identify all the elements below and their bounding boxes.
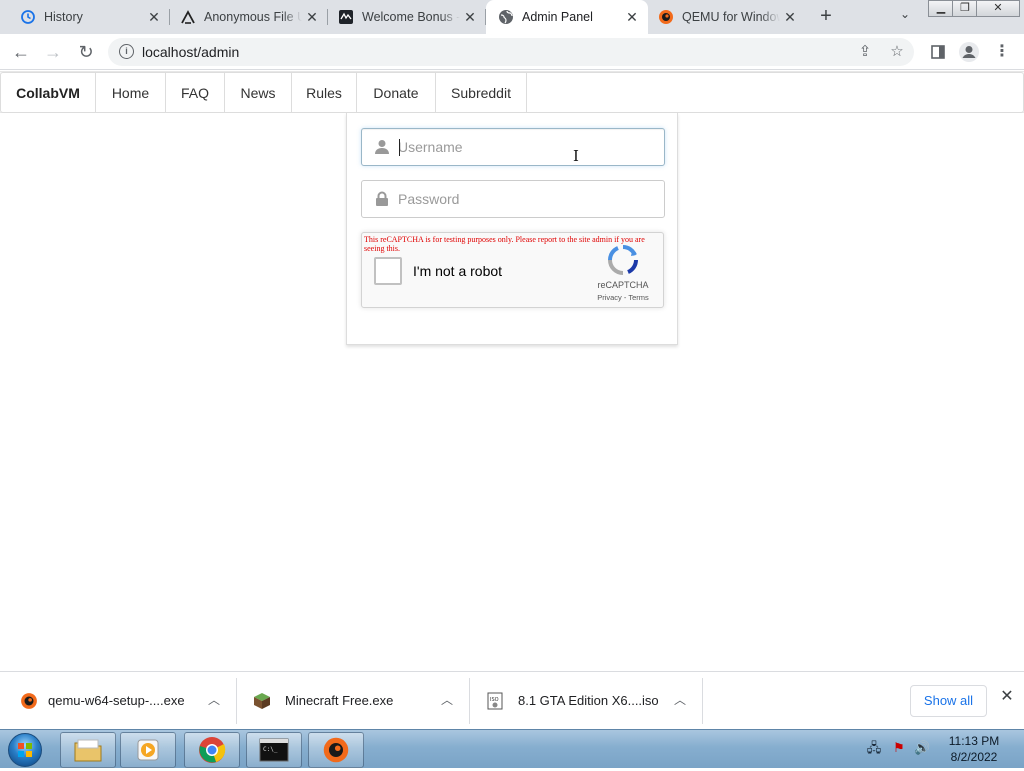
history-icon [20,9,36,25]
download-filename: qemu-w64-setup-....exe [48,693,185,708]
lock-icon [375,191,389,207]
qemu-icon[interactable] [308,732,364,768]
download-filename: 8.1 GTA Edition X6....iso [518,693,659,708]
tab-search-icon[interactable]: ⌄ [895,7,915,27]
chrome-icon[interactable] [184,732,240,768]
close-window-icon[interactable]: ✕ [976,0,1020,17]
password-input[interactable] [398,189,656,209]
close-tab-icon[interactable]: ✕ [622,7,642,27]
text-cursor [399,139,400,156]
close-shelf-icon[interactable]: ✕ [998,688,1016,706]
download-filename: Minecraft Free.exe [285,693,394,708]
nav-faq[interactable]: FAQ [166,73,225,113]
address-bar[interactable]: i localhost/admin ⇪ ☆ [108,38,914,66]
nav-subreddit[interactable]: Subreddit [436,73,527,113]
chevron-up-icon[interactable]: ︿ [208,691,220,708]
nav-news[interactable]: News [225,73,292,113]
username-input[interactable] [398,137,656,157]
recaptcha-checkbox[interactable] [374,257,402,285]
clock-date: 8/2/2022 [950,750,998,764]
browser-tab-strip: History ✕ Anonymous File Upload ✕ Welcom… [0,0,1024,34]
tab-anonymous-file-upload[interactable]: Anonymous File Upload ✕ [170,0,328,34]
download-item[interactable]: ISO 8.1 GTA Edition X6....iso ︿ [470,678,703,724]
share-icon[interactable]: ⇪ [856,43,874,61]
reload-icon[interactable]: ↻ [74,40,98,64]
username-field[interactable] [361,128,665,166]
back-arrow-icon[interactable]: ← [9,40,33,64]
browser-toolbar: ← → ↻ i localhost/admin ⇪ ☆ ⋮ [0,34,1024,70]
nav-rules[interactable]: Rules [292,73,357,113]
site-info-icon[interactable]: i [119,44,134,59]
download-item[interactable]: Minecraft Free.exe ︿ [237,678,470,724]
nav-home[interactable]: Home [96,73,166,113]
restore-icon[interactable]: ❐ [952,0,978,17]
close-tab-icon[interactable]: ✕ [780,7,800,27]
brand-link[interactable]: CollabVM [1,73,96,113]
clock-time: 11:13 PM [948,734,1000,748]
iso-file-icon: ISO [486,692,504,710]
start-button[interactable] [8,733,42,767]
new-tab-button[interactable]: + [814,5,838,29]
close-tab-icon[interactable]: ✕ [302,7,322,27]
tab-title: Welcome Bonus - Casino [362,10,460,24]
volume-icon[interactable]: 🔊 [914,740,930,756]
login-panel: This reCAPTCHA is for testing purposes o… [346,113,678,345]
tab-qemu-for-windows[interactable]: QEMU for Windows ✕ [648,0,806,34]
profile-avatar-icon[interactable] [957,40,981,64]
upload-site-icon [180,9,196,25]
tab-title: History [44,10,83,24]
password-field[interactable] [361,180,665,218]
chevron-up-icon[interactable]: ︿ [674,691,686,708]
svg-text:ISO: ISO [490,697,499,703]
media-player-icon[interactable] [120,732,176,768]
show-all-downloads-button[interactable]: Show all [910,685,987,717]
close-tab-icon[interactable]: ✕ [144,7,164,27]
chevron-up-icon[interactable]: ︿ [441,691,453,708]
tab-admin-panel[interactable]: Admin Panel ✕ [486,0,648,34]
globe-icon [498,9,514,25]
bookmark-star-icon[interactable]: ☆ [888,43,906,61]
tab-title: Anonymous File Upload [204,10,302,24]
site-navbar: CollabVM Home FAQ News Rules Donate Subr… [0,71,1024,113]
recaptcha-privacy-terms-link[interactable]: Privacy - Terms [582,293,664,302]
system-clock[interactable]: 11:13 PM 8/2/2022 [936,733,1012,765]
tab-welcome-bonus[interactable]: Welcome Bonus - Casino ✕ [328,0,486,34]
recaptcha-widget: This reCAPTCHA is for testing purposes o… [361,232,664,308]
forward-arrow-icon[interactable]: → [41,40,65,64]
recaptcha-brand: reCAPTCHA [597,280,649,290]
qemu-icon [20,692,38,710]
tab-history[interactable]: History ✕ [0,0,170,34]
file-explorer-icon[interactable] [60,732,116,768]
user-icon [375,139,389,155]
mouse-cursor-icon: I [573,147,579,165]
minimize-icon[interactable]: ▁ [928,0,954,17]
tab-title: QEMU for Windows [682,10,780,24]
command-prompt-icon[interactable]: C:\_ [246,732,302,768]
close-tab-icon[interactable]: ✕ [460,7,480,27]
browser-menu-icon[interactable]: ⋮ [990,40,1014,64]
windows-taskbar: C:\_ 🖧 ⚑ 🔊 11:13 PM 8/2/2022 [0,729,1024,768]
download-item[interactable]: qemu-w64-setup-....exe ︿ [0,678,237,724]
network-icon[interactable]: 🖧 [866,740,882,756]
minecraft-icon [253,692,271,710]
recaptcha-label: I'm not a robot [413,263,503,279]
side-panel-icon[interactable] [926,40,950,64]
navbar-container: CollabVM Home FAQ News Rules Donate Subr… [0,72,1024,113]
action-center-flag-icon[interactable]: ⚑ [891,740,907,756]
recaptcha-logo-icon [606,243,640,277]
qemu-icon [658,9,674,25]
tab-title: Admin Panel [522,10,593,24]
svg-text:C:\_: C:\_ [263,746,278,753]
casino-site-icon [338,9,354,25]
address-url[interactable]: localhost/admin [142,44,239,60]
nav-donate[interactable]: Donate [357,73,436,113]
download-shelf: qemu-w64-setup-....exe ︿ Minecraft Free.… [0,671,1024,729]
